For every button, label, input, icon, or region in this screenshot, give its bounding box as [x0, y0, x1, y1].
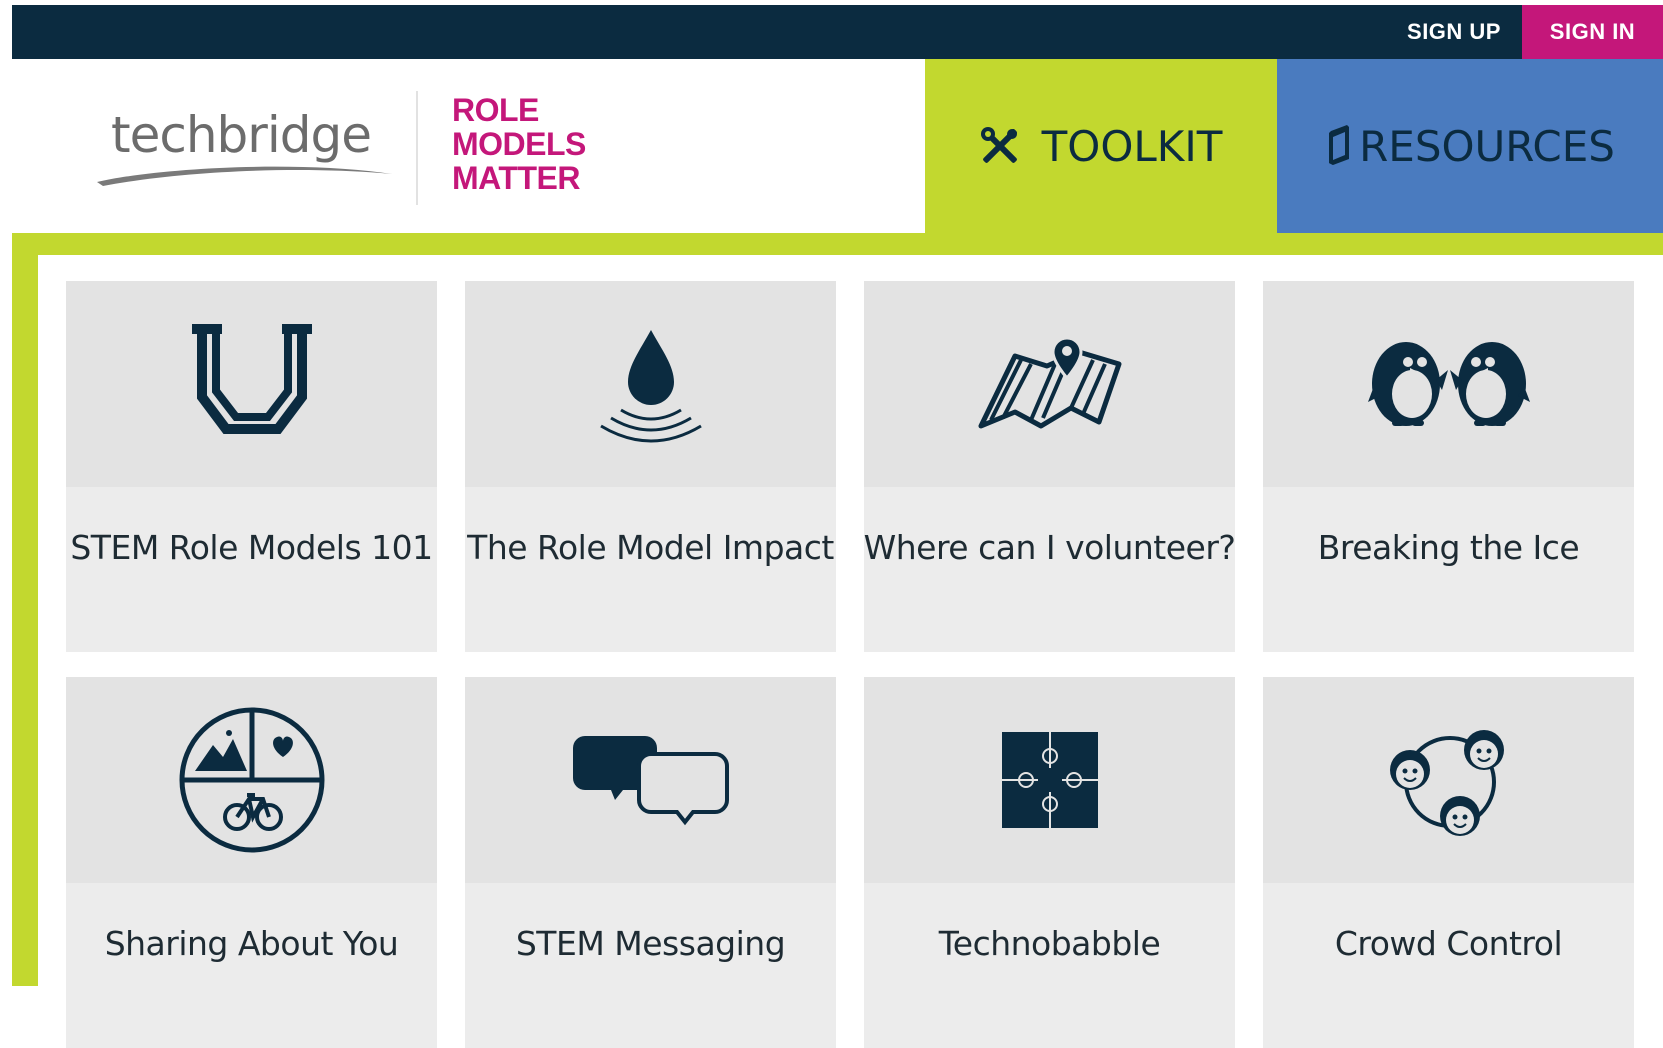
card-breaking-the-ice[interactable]: Breaking the Ice — [1263, 281, 1634, 652]
card-label: STEM Role Models 101 — [70, 527, 433, 567]
card-label: Crowd Control — [1334, 923, 1563, 963]
tab-toolkit[interactable]: TOOLKIT — [925, 59, 1277, 233]
card-technobabble[interactable]: Technobabble — [864, 677, 1235, 1048]
card-label: Sharing About You — [104, 923, 399, 963]
tab-resources-label: RESOURCES — [1359, 121, 1615, 171]
tagline-line-3: MATTER — [452, 160, 580, 196]
card-stem-messaging[interactable]: STEM Messaging — [465, 677, 836, 1048]
map-pin-icon — [978, 336, 1121, 429]
top-bar: SIGN UP SIGN IN — [12, 5, 1663, 59]
penguins-icon — [1367, 342, 1530, 426]
logo-wordmark: techbridge — [111, 106, 372, 164]
tab-toolkit-label: TOOLKIT — [1041, 121, 1223, 171]
water-drop-ripple-icon — [599, 330, 702, 443]
sign-in-button[interactable]: SIGN IN — [1522, 5, 1663, 59]
sign-up-link[interactable]: SIGN UP — [1374, 5, 1534, 59]
card-crowd-control[interactable]: Crowd Control — [1263, 677, 1634, 1048]
chat-bubbles-icon — [572, 736, 729, 826]
card-label: Breaking the Ice — [1317, 527, 1580, 567]
tagline-line-1: ROLE — [452, 92, 539, 128]
card-label: Where can I volunteer? — [863, 527, 1236, 567]
tab-resources[interactable]: RESOURCES — [1277, 59, 1663, 233]
card-role-model-impact[interactable]: The Role Model Impact — [465, 281, 836, 652]
group-faces-icon — [1389, 730, 1504, 836]
card-label: STEM Messaging — [515, 923, 786, 963]
tagline-line-2: MODELS — [452, 126, 586, 162]
card-where-volunteer[interactable]: Where can I volunteer? — [863, 281, 1236, 652]
card-stem-role-models-101[interactable]: STEM Role Models 101 — [66, 281, 437, 652]
toolkit-panel: STEM Role Models 101 The Role Model Impa… — [38, 255, 1663, 1048]
site-header: techbridge ROLE MODELS MATTER TOOLKIT RE… — [12, 59, 1663, 233]
card-sharing-about-you[interactable]: Sharing About You — [66, 677, 437, 1048]
interests-circle-icon — [179, 707, 324, 853]
header-divider — [416, 91, 418, 205]
card-label: The Role Model Impact — [467, 527, 834, 567]
book-icon — [1329, 125, 1350, 165]
puzzle-icon — [1001, 732, 1098, 828]
tools-icon — [980, 127, 1017, 163]
card-label: Technobabble — [938, 923, 1161, 963]
tagline: ROLE MODELS MATTER — [452, 93, 586, 195]
u-magnet-icon — [191, 324, 312, 434]
logo-swoosh-icon — [97, 166, 392, 186]
techbridge-logo[interactable]: techbridge — [97, 106, 397, 196]
